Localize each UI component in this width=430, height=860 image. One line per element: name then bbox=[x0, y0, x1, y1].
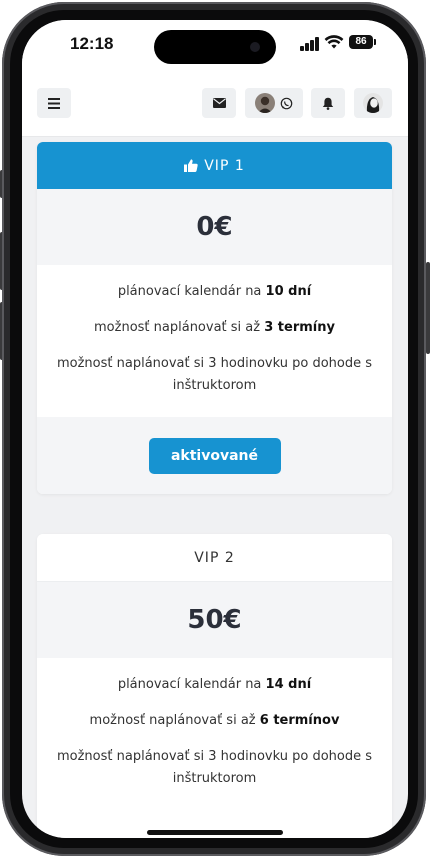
plan-card-vip1: VIP 1 0€ plánovací kalendár na 10 dní mo… bbox=[37, 142, 392, 494]
plan-price: 50€ bbox=[37, 582, 392, 658]
plan-price: 0€ bbox=[37, 189, 392, 265]
messages-button[interactable] bbox=[202, 88, 236, 118]
hamburger-icon bbox=[48, 97, 60, 109]
cellular-signal-icon bbox=[300, 37, 320, 51]
whatsapp-icon bbox=[280, 97, 293, 109]
feature-item: plánovací kalendár na 14 dní bbox=[117, 677, 312, 692]
plan-header: VIP 1 bbox=[37, 142, 392, 189]
bell-icon bbox=[322, 97, 334, 110]
menu-button[interactable] bbox=[37, 88, 71, 118]
plan-header: VIP 2 bbox=[37, 534, 392, 582]
activate-button[interactable]: aktivované bbox=[148, 437, 281, 474]
power-button bbox=[426, 262, 430, 354]
feature-item: možnosť naplánovať si až 3 termíny bbox=[94, 320, 335, 335]
clock: 12:18 bbox=[70, 34, 114, 53]
screen: 12:18 86 VIP 1 0€ plánovací kalendár na … bbox=[22, 20, 408, 838]
home-indicator[interactable] bbox=[147, 830, 283, 835]
contact-avatar bbox=[255, 93, 275, 113]
thumbs-up-icon bbox=[184, 159, 198, 172]
dynamic-island bbox=[154, 30, 276, 64]
feature-item: možnosť naplánovať si až 6 termínov bbox=[89, 713, 340, 728]
plan-card-vip2: VIP 2 50€ plánovací kalendár na 14 dní m… bbox=[37, 534, 392, 838]
feature-list: plánovací kalendár na 14 dní možnosť nap… bbox=[37, 658, 392, 810]
profile-button[interactable] bbox=[354, 88, 392, 118]
envelope-icon bbox=[212, 98, 226, 108]
feature-item: možnosť naplánovať si 3 hodinovku po doh… bbox=[56, 749, 372, 786]
app-header bbox=[22, 72, 408, 137]
status-bar: 12:18 86 bbox=[22, 20, 408, 72]
wifi-icon bbox=[324, 35, 344, 49]
feature-item: plánovací kalendár na 10 dní bbox=[117, 284, 312, 299]
battery-indicator: 86 bbox=[349, 35, 376, 49]
feature-list: plánovací kalendár na 10 dní možnosť nap… bbox=[37, 265, 392, 417]
plan-name: VIP 1 bbox=[204, 157, 245, 174]
contact-button[interactable] bbox=[245, 88, 303, 118]
feature-item: možnosť naplánovať si 3 hodinovku po doh… bbox=[56, 356, 372, 393]
plan-footer: aktivované bbox=[37, 417, 392, 494]
plan-name: VIP 2 bbox=[194, 549, 235, 566]
phone-frame: 12:18 86 VIP 1 0€ plánovací kalendár na … bbox=[0, 0, 430, 860]
notifications-button[interactable] bbox=[311, 88, 345, 118]
user-avatar bbox=[363, 93, 383, 113]
